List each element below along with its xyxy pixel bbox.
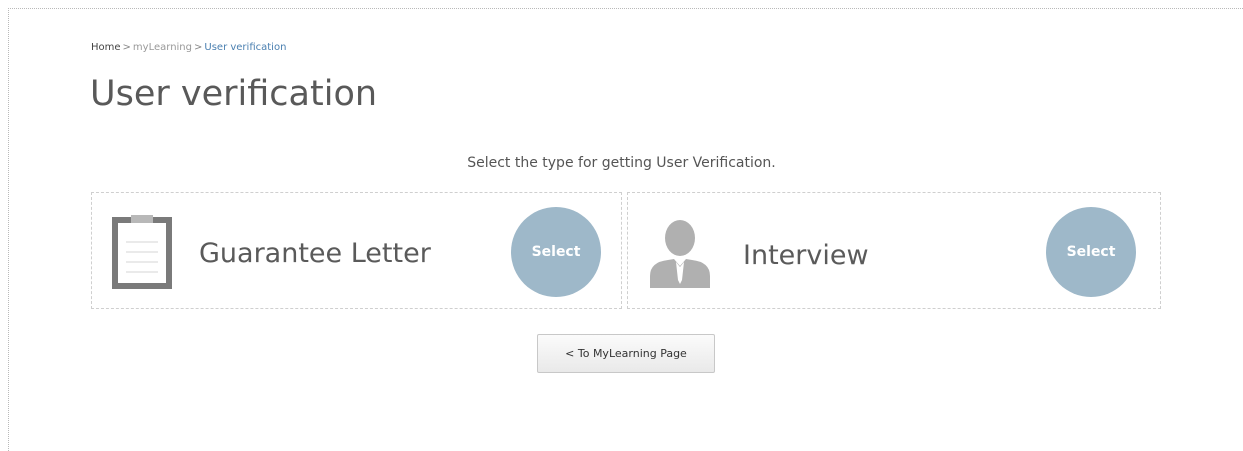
breadcrumb-current: User verification xyxy=(204,42,287,53)
select-guarantee-letter-button[interactable]: Select xyxy=(511,207,601,297)
breadcrumb: Home > myLearning > User verification xyxy=(91,41,286,55)
instruction-text: Select the type for getting User Verific… xyxy=(467,155,776,171)
select-interview-button[interactable]: Select xyxy=(1046,207,1136,297)
back-to-mylearning-button[interactable]: < To MyLearning Page xyxy=(537,334,715,373)
breadcrumb-home-link[interactable]: Home xyxy=(91,42,121,53)
option-label: Guarantee Letter xyxy=(199,238,431,269)
option-label: Interview xyxy=(743,240,869,271)
breadcrumb-separator: > xyxy=(122,42,131,53)
breadcrumb-separator: > xyxy=(194,42,203,53)
breadcrumb-mylearning-link[interactable]: myLearning xyxy=(133,42,192,53)
option-card-interview: Interview Select xyxy=(627,192,1161,309)
clipboard-icon xyxy=(112,215,172,289)
person-icon xyxy=(650,220,710,288)
option-card-guarantee-letter: Guarantee Letter Select xyxy=(91,192,622,309)
page-title: User verification xyxy=(90,74,378,114)
